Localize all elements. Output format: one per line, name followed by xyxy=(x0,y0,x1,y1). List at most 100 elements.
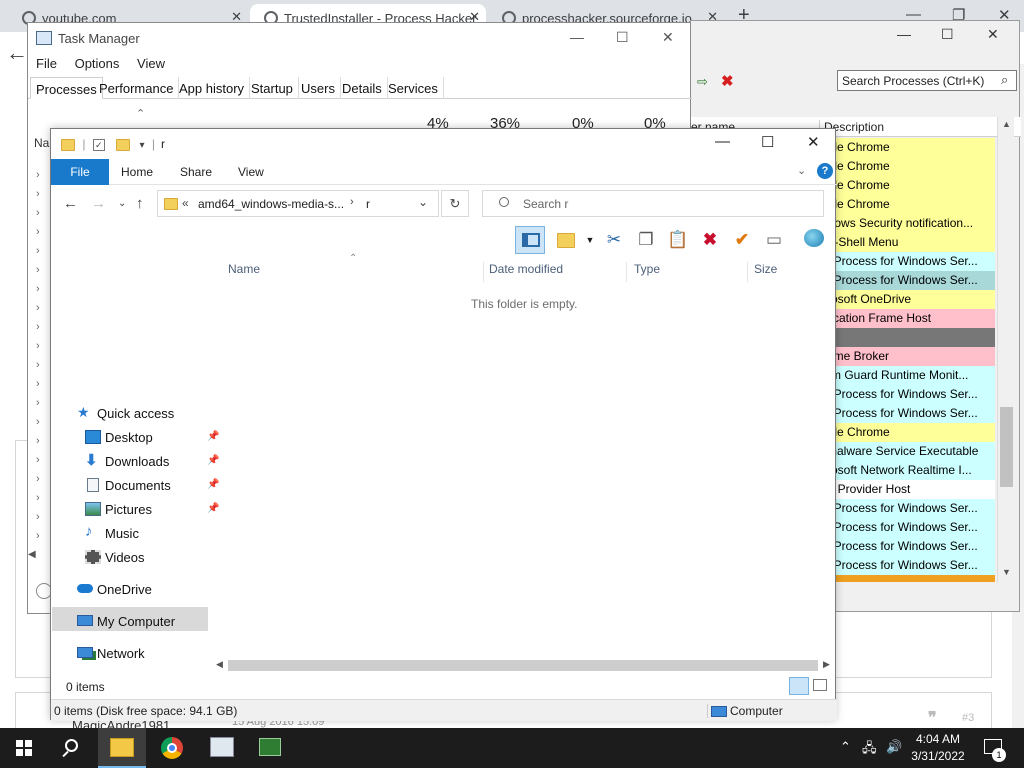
chevron-right-icon[interactable]: › xyxy=(36,454,40,466)
chevron-right-icon[interactable]: › xyxy=(36,302,40,314)
process-row[interactable]: st Process for Windows Ser... xyxy=(821,404,995,423)
process-row[interactable]: ogle Chrome xyxy=(821,157,995,176)
scrollbar-thumb[interactable] xyxy=(1000,407,1013,487)
process-list-scrollbar[interactable]: ▲ ▼ xyxy=(997,117,1014,583)
search-input[interactable]: Search r xyxy=(482,190,824,217)
process-row[interactable]: st Process for Windows Ser... xyxy=(821,271,995,290)
close-icon[interactable]: ✕ xyxy=(807,133,820,151)
scroll-up-icon[interactable]: ▲ xyxy=(1002,119,1011,129)
chevron-right-icon[interactable]: › xyxy=(36,340,40,352)
chevron-right-icon[interactable]: › xyxy=(36,416,40,428)
volume-icon[interactable]: 🔊 xyxy=(886,739,902,755)
chevron-right-icon[interactable]: › xyxy=(36,473,40,485)
process-row[interactable]: st Process for Windows Ser... xyxy=(821,385,995,404)
process-row[interactable]: st Process for Windows Ser... xyxy=(821,556,995,575)
large-icons-view-icon[interactable] xyxy=(813,679,827,691)
network-icon[interactable]: 🖧 xyxy=(862,739,877,761)
column-name[interactable]: Name xyxy=(228,262,484,282)
column-type[interactable]: Type xyxy=(634,262,748,282)
close-icon[interactable]: ✕ xyxy=(987,26,999,43)
chevron-right-icon[interactable]: › xyxy=(36,226,40,238)
process-row[interactable]: ogle Chrome xyxy=(821,176,995,195)
scroll-down-icon[interactable]: ▼ xyxy=(1002,567,1011,577)
chevron-right-icon[interactable]: › xyxy=(36,492,40,504)
process-row[interactable]: re xyxy=(821,328,995,347)
copy-icon[interactable]: ❐ xyxy=(635,229,657,251)
breadcrumb-parent[interactable]: amd64_windows-media-s... xyxy=(198,197,344,211)
process-row[interactable]: st Process for Windows Ser... xyxy=(821,252,995,271)
menu-file[interactable]: File xyxy=(36,56,57,71)
minimize-icon[interactable]: — xyxy=(715,133,730,150)
shell-icon[interactable] xyxy=(803,229,825,251)
forward-icon[interactable]: → xyxy=(91,195,106,212)
go-icon[interactable]: ⇨ xyxy=(697,74,708,90)
breadcrumb-overflow[interactable]: « xyxy=(182,196,189,210)
customize-qat-icon[interactable]: ▾ xyxy=(140,140,145,151)
chevron-right-icon[interactable]: › xyxy=(36,397,40,409)
process-row[interactable]: ogle Chrome xyxy=(821,423,995,442)
taskbar-process-hacker[interactable] xyxy=(246,728,294,768)
process-row[interactable]: ogle Chrome xyxy=(821,195,995,214)
tab-users[interactable]: Users xyxy=(296,77,341,99)
process-row[interactable]: st Process for Windows Ser... xyxy=(821,518,995,537)
chevron-right-icon[interactable]: › xyxy=(36,169,40,181)
terminate-icon[interactable]: ✖ xyxy=(721,72,734,90)
scroll-left-icon[interactable]: ◀ xyxy=(216,659,223,670)
chevron-right-icon[interactable]: › xyxy=(36,264,40,276)
show-hidden-icons-chevron-up-icon[interactable]: ⌃ xyxy=(840,739,851,755)
taskbar-search-button[interactable] xyxy=(48,728,96,768)
chevron-right-icon[interactable]: › xyxy=(36,378,40,390)
tab-details[interactable]: Details xyxy=(337,77,388,99)
taskbar-chrome[interactable] xyxy=(148,728,196,768)
cut-icon[interactable]: ✂ xyxy=(603,229,625,251)
chevron-right-icon[interactable]: › xyxy=(36,359,40,371)
chevron-right-icon[interactable]: › xyxy=(36,283,40,295)
chevron-right-icon[interactable]: › xyxy=(36,188,40,200)
tab-services[interactable]: Services xyxy=(383,77,444,99)
help-icon[interactable]: ? xyxy=(817,163,833,179)
scroll-left-icon[interactable]: ◀ xyxy=(28,549,50,563)
quote-icon[interactable]: ❞ xyxy=(928,708,937,728)
process-row[interactable] xyxy=(821,575,995,582)
chevron-right-icon[interactable]: › xyxy=(350,196,354,208)
process-row[interactable]: crosoft Network Realtime I... xyxy=(821,461,995,480)
clock-date[interactable]: 3/31/2022 xyxy=(906,749,970,763)
process-row[interactable]: timalware Service Executable xyxy=(821,442,995,461)
minimize-icon[interactable]: — xyxy=(570,29,584,45)
ribbon-tab-view[interactable]: View xyxy=(238,165,264,179)
tab-app-history[interactable]: App history xyxy=(174,77,251,99)
tab-processes[interactable]: Processes xyxy=(30,77,103,99)
tab-performance[interactable]: Performance xyxy=(94,77,180,99)
clock-time[interactable]: 4:04 AM xyxy=(906,732,970,746)
file-list-hscrollbar[interactable]: ◀ ▶ xyxy=(216,657,836,674)
properties-icon[interactable]: ✓ xyxy=(92,138,105,151)
process-row[interactable]: crosoft OneDrive xyxy=(821,290,995,309)
breadcrumb-current[interactable]: r xyxy=(366,197,370,211)
taskbar-file-explorer[interactable] xyxy=(98,728,146,768)
scroll-right-icon[interactable]: ▶ xyxy=(823,659,830,670)
start-button[interactable] xyxy=(0,728,48,768)
address-dropdown-icon[interactable]: ⌄ xyxy=(418,195,428,209)
paste-icon[interactable]: 📋 xyxy=(667,229,689,251)
chevron-right-icon[interactable]: › xyxy=(36,207,40,219)
up-icon[interactable]: ↑ xyxy=(136,195,144,212)
maximize-icon[interactable]: ☐ xyxy=(761,133,774,151)
back-arrow-icon[interactable]: ← xyxy=(6,40,28,66)
new-folder-icon[interactable] xyxy=(116,138,131,151)
process-row[interactable]: ogle Chrome xyxy=(821,138,995,157)
expand-ribbon-icon[interactable]: ⌄ xyxy=(797,164,806,177)
menu-view[interactable]: View xyxy=(137,56,165,71)
process-row[interactable]: tem Guard Runtime Monit... xyxy=(821,366,995,385)
new-folder-icon[interactable] xyxy=(555,229,577,251)
minimize-icon[interactable]: — xyxy=(897,26,911,42)
process-row[interactable]: plication Frame Host xyxy=(821,309,995,328)
column-size[interactable]: Size xyxy=(754,262,824,282)
close-icon[interactable]: ✕ xyxy=(662,29,674,46)
back-icon[interactable]: ← xyxy=(63,195,78,212)
preview-pane-icon[interactable] xyxy=(515,226,545,254)
process-row[interactable]: en-Shell Menu xyxy=(821,233,995,252)
ribbon-tab-share[interactable]: Share xyxy=(180,165,212,179)
details-view-icon[interactable] xyxy=(789,677,809,695)
taskbar-task-manager[interactable] xyxy=(198,728,246,768)
recent-locations-icon[interactable]: ⌄ xyxy=(118,198,126,209)
